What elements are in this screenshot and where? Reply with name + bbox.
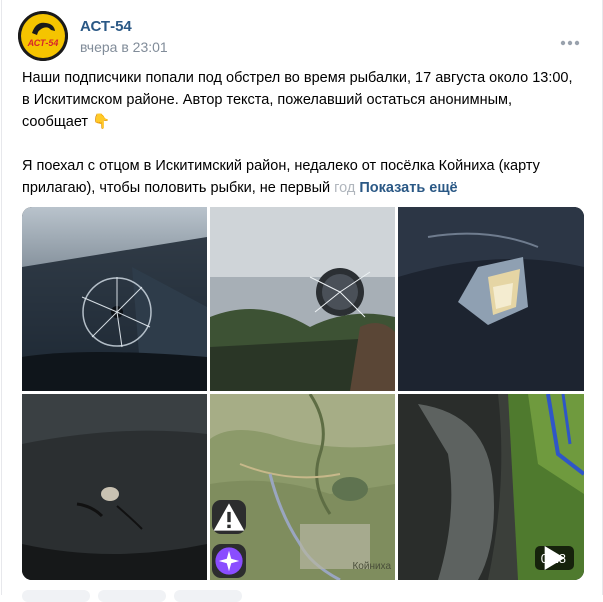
comment-button[interactable] xyxy=(98,590,166,602)
photo-bullet-mark-closeup[interactable] xyxy=(398,207,584,391)
photo-map-location[interactable]: Койниха xyxy=(210,394,395,580)
pointing-down-emoji: 👇 xyxy=(92,114,111,130)
post-text: Наши подписчики попали под обстрел во вр… xyxy=(22,67,582,199)
video-duration-badge: 0:18 xyxy=(534,546,574,570)
map-place-label: Койниха xyxy=(352,561,391,572)
show-more-link[interactable]: Показать ещё xyxy=(359,180,457,196)
video-thumbnail[interactable]: 0:18 xyxy=(398,394,584,580)
community-avatar[interactable]: АСТ-54 xyxy=(18,11,68,61)
post-paragraph-2: Я поехал с отцом в Искитимский район, не… xyxy=(22,158,540,196)
photo-shattered-glass[interactable] xyxy=(210,207,395,391)
post-card: АСТ-54 АСТ-54 вчера в 23:01 Наши подписч… xyxy=(1,0,603,602)
warning-icon xyxy=(213,503,245,531)
photo-grid: Койниха 0:18 xyxy=(22,207,584,580)
share-button[interactable] xyxy=(174,590,242,602)
photo-bullet-hole-window[interactable] xyxy=(22,207,207,391)
community-logo: АСТ-54 xyxy=(18,11,68,61)
assistant-icon xyxy=(215,547,243,575)
play-icon xyxy=(544,546,565,570)
more-options-icon[interactable] xyxy=(560,33,580,46)
post-paragraph-2-fade: год xyxy=(334,180,356,196)
svg-text:АСТ-54: АСТ-54 xyxy=(27,38,59,48)
map-report-button[interactable] xyxy=(212,500,246,534)
photo-dent-on-car-body[interactable] xyxy=(22,394,207,580)
post-time[interactable]: вчера в 23:01 xyxy=(80,39,168,55)
community-name[interactable]: АСТ-54 xyxy=(80,18,132,35)
like-button[interactable] xyxy=(22,590,90,602)
map-assistant-button[interactable] xyxy=(212,544,246,578)
